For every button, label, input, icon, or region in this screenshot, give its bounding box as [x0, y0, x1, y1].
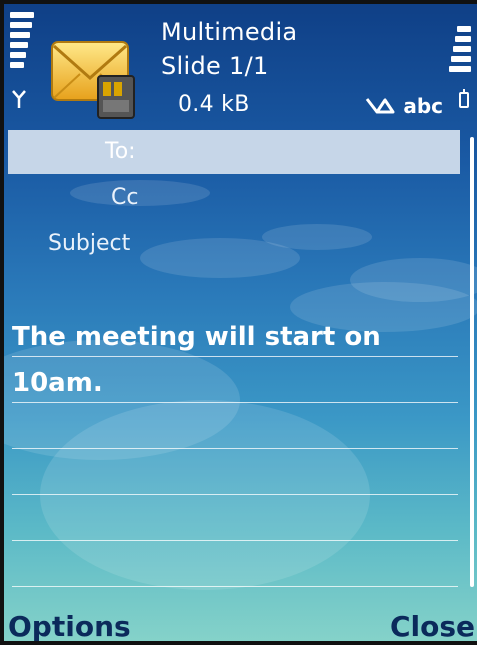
message-type-title: Multimedia — [161, 18, 298, 46]
input-mode-indicator: abc — [365, 94, 443, 118]
text-line-divider — [12, 494, 458, 495]
options-softkey[interactable]: Options — [8, 610, 131, 643]
text-line-divider — [12, 448, 458, 449]
text-line-divider — [12, 402, 458, 403]
slide-indicator: Slide 1/1 — [161, 52, 269, 80]
predictive-text-icon — [366, 98, 395, 114]
input-mode-label: abc — [403, 94, 443, 118]
antenna-icon — [12, 90, 26, 108]
close-softkey[interactable]: Close — [390, 610, 475, 643]
message-size: 0.4 kB — [178, 92, 250, 117]
text-line-divider — [12, 540, 458, 541]
cc-label: Cc — [111, 185, 139, 210]
mms-envelope-icon — [51, 41, 135, 119]
screen-edge — [477, 0, 483, 645]
scrollbar[interactable] — [470, 137, 474, 587]
subject-label: Subject — [48, 231, 131, 256]
message-body[interactable]: The meeting will start on 10am. — [12, 314, 452, 406]
battery-icon — [459, 89, 469, 108]
signal-strength-icon — [10, 12, 36, 72]
text-line-divider — [12, 356, 458, 357]
mms-editor-screen: Multimedia Slide 1/1 0.4 kB abc To: Cc S… — [0, 0, 483, 645]
status-header: Multimedia Slide 1/1 0.4 kB abc — [0, 0, 483, 130]
subject-field[interactable]: Subject — [8, 222, 460, 266]
to-label: To: — [105, 139, 136, 164]
background-bubble — [40, 400, 370, 590]
message-line-1: The meeting will start on — [12, 322, 381, 352]
to-field[interactable]: To: — [8, 130, 460, 174]
text-line-divider — [12, 586, 458, 587]
battery-level-icon — [449, 26, 471, 76]
message-line-2: 10am. — [12, 368, 103, 398]
cc-field[interactable]: Cc — [8, 176, 460, 220]
